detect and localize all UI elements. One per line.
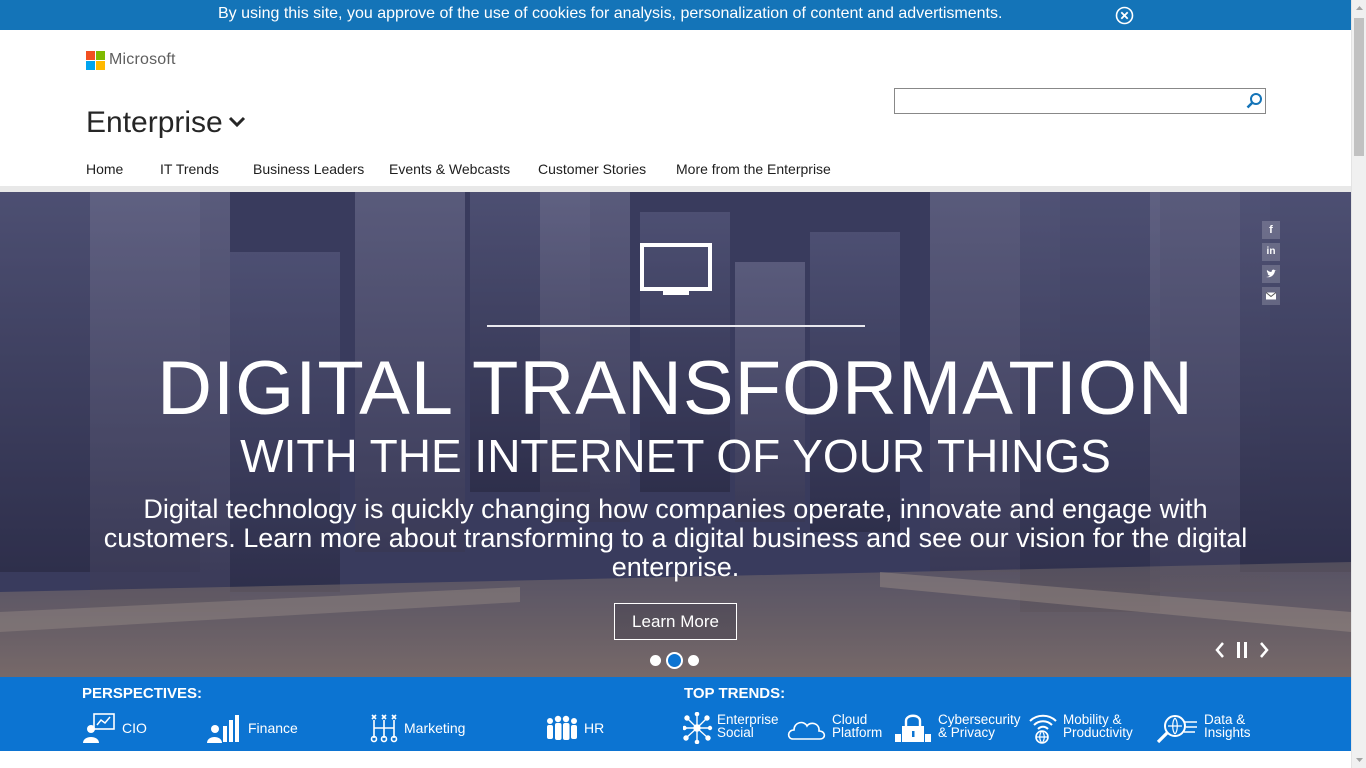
perspective-hr[interactable]: HR <box>545 712 615 746</box>
cookie-text: By using this site, you approve of the u… <box>218 5 1003 22</box>
marketing-icon <box>370 714 398 743</box>
close-icon[interactable] <box>1115 6 1134 25</box>
hero-title: DIGITAL TRANSFORMATION <box>157 346 1194 431</box>
twitter-icon[interactable] <box>1262 265 1280 283</box>
perspective-finance[interactable]: Finance <box>207 712 307 746</box>
linkedin-icon[interactable]: in <box>1262 243 1280 261</box>
nav-it-trends[interactable]: IT Trends <box>160 161 219 177</box>
cio-icon <box>83 713 115 743</box>
trend-enterprise-social[interactable]: Enterprise Social <box>683 712 783 746</box>
scroll-down-arrow-icon[interactable] <box>1352 751 1366 768</box>
facebook-icon[interactable]: f <box>1262 221 1280 239</box>
vertical-scrollbar[interactable] <box>1351 0 1366 768</box>
logo-text: Microsoft <box>109 51 176 68</box>
search-icon[interactable] <box>1245 92 1263 110</box>
scrollbar-thumb[interactable] <box>1354 18 1364 156</box>
hr-icon <box>547 715 577 740</box>
finance-icon <box>207 715 239 743</box>
carousel-dots <box>648 652 704 670</box>
monitor-icon <box>640 243 712 295</box>
chevron-left-icon[interactable] <box>1212 640 1228 660</box>
hero-divider <box>487 325 865 327</box>
microsoft-logo[interactable]: Microsoft <box>86 51 186 71</box>
perspectives-heading: PERSPECTIVES: <box>82 685 203 702</box>
page-below-fold <box>0 751 1351 768</box>
perspective-label: CIO <box>122 720 147 736</box>
hero-description: Digital technology is quickly changing h… <box>103 494 1248 582</box>
hero-subtitle: WITH THE INTERNET OF YOUR THINGS <box>240 430 1111 482</box>
perspective-cio[interactable]: CIO <box>82 712 162 746</box>
wifi-globe-icon <box>1029 714 1057 744</box>
nav-customer-stories[interactable]: Customer Stories <box>538 161 646 177</box>
search-box <box>894 88 1266 114</box>
scroll-up-arrow-icon[interactable] <box>1352 0 1366 17</box>
enterprise-social-icon <box>683 712 713 744</box>
data-insights-icon <box>1156 715 1197 744</box>
chevron-down-icon[interactable] <box>227 116 247 128</box>
carousel-dot-3[interactable] <box>688 655 699 666</box>
carousel-dot-2-active[interactable] <box>666 652 683 669</box>
email-icon[interactable] <box>1262 287 1280 305</box>
topics-band: PERSPECTIVES: CIO Finance Marketing HR T… <box>0 677 1351 751</box>
cloud-icon <box>787 721 826 740</box>
page: By using this site, you approve of the u… <box>0 0 1366 768</box>
chevron-right-icon[interactable] <box>1256 640 1272 660</box>
pause-icon[interactable] <box>1234 640 1250 660</box>
hero-banner: DIGITAL TRANSFORMATION WITH THE INTERNET… <box>0 192 1351 677</box>
trend-label-line2: Productivity <box>1063 725 1133 740</box>
trend-label-line2: Platform <box>832 725 883 740</box>
perspective-label: Marketing <box>404 720 466 736</box>
search-input[interactable] <box>897 91 1237 111</box>
perspective-label: Finance <box>248 720 298 736</box>
nav-home[interactable]: Home <box>86 161 123 177</box>
cookie-banner: By using this site, you approve of the u… <box>0 0 1351 30</box>
carousel-controls <box>1212 640 1272 660</box>
microsoft-logo-icon <box>86 51 105 70</box>
trend-mobility-productivity[interactable]: Mobility & Productivity <box>1028 712 1138 746</box>
nav-more-from-enterprise[interactable]: More from the Enterprise <box>676 161 831 177</box>
trend-label-line2: Social <box>717 725 754 740</box>
trend-data-insights[interactable]: Data & Insights <box>1155 712 1255 746</box>
trend-cybersecurity-privacy[interactable]: Cybersecurity & Privacy <box>894 712 1021 746</box>
perspective-label: HR <box>584 720 605 736</box>
trend-label-line2: & Privacy <box>938 725 996 740</box>
learn-more-button[interactable]: Learn More <box>614 603 737 640</box>
trend-label-line2: Insights <box>1204 725 1251 740</box>
nav-events-webcasts[interactable]: Events & Webcasts <box>389 161 510 177</box>
carousel-dot-1[interactable] <box>650 655 661 666</box>
site-title[interactable]: Enterprise <box>86 106 223 140</box>
perspective-marketing[interactable]: Marketing <box>370 712 480 746</box>
social-share-bar: f in <box>1262 221 1280 307</box>
nav-business-leaders[interactable]: Business Leaders <box>253 161 364 177</box>
lock-icon <box>895 714 931 742</box>
top-trends-heading: TOP TRENDS: <box>684 685 786 702</box>
trend-cloud-platform[interactable]: Cloud Platform <box>787 712 887 746</box>
